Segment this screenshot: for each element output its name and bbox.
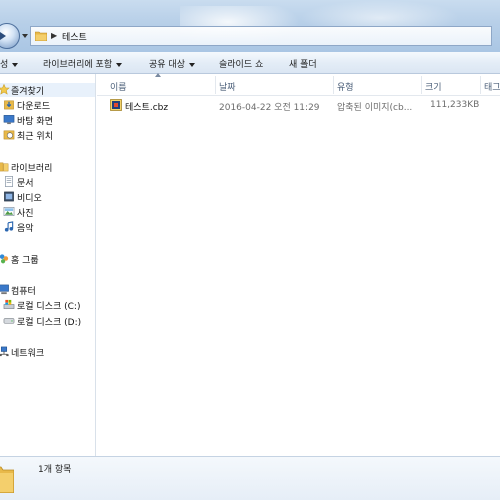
breadcrumb-chevron-icon[interactable]: ▶ [51,31,57,40]
file-type: 압축된 이미지(cb... [337,103,413,113]
file-name: 테스트.cbz [125,103,169,113]
recent-pages-chevron-icon[interactable] [22,34,28,38]
nav-homegroup-label: 홈 그룹 [11,256,39,266]
chevron-down-icon [188,62,195,67]
share-menu[interactable]: 공유 대상 [149,57,195,70]
nav-drive-c-label: 로컬 디스크 (C:) [17,302,81,312]
computer-icon [0,284,9,295]
address-bar[interactable]: ▶ 테스트 [30,26,492,46]
nav-computer-label: 컴퓨터 [11,287,36,297]
column-tags[interactable]: 태그 [484,80,500,93]
column-header: 이름 날짜 유형 크기 태그 [97,73,500,96]
file-size: 111,233KB [430,100,480,110]
nav-desktop[interactable]: 바탕 화면 [0,113,95,127]
chevron-down-icon [116,62,123,67]
sort-ascending-icon [155,73,161,77]
nav-favorites[interactable]: 즐겨찾기 [0,83,95,97]
downloads-icon [4,100,14,110]
column-divider[interactable] [421,76,422,94]
nav-pictures-label: 사진 [17,209,34,219]
nav-favorites-label: 즐겨찾기 [11,87,45,97]
nav-videos-label: 비디오 [17,194,42,204]
nav-computer[interactable]: 컴퓨터 [0,283,95,297]
nav-libraries-label: 라이브러리 [11,164,53,174]
folder-icon [0,466,14,493]
nav-drive-d[interactable]: 로컬 디스크 (D:) [0,314,95,328]
nav-music-label: 음악 [17,224,34,234]
column-divider[interactable] [333,76,334,94]
new-folder-button[interactable]: 새 폴더 [289,57,317,70]
chevron-down-icon [12,62,19,67]
videos-icon [4,191,14,202]
nav-videos[interactable]: 비디오 [0,190,95,204]
documents-icon [5,176,13,187]
include-library-label: 라이브러리에 포함 [43,60,113,70]
nav-homegroup[interactable]: 홈 그룹 [0,252,95,266]
back-button[interactable] [0,23,20,49]
include-library-menu[interactable]: 라이브러리에 포함 [43,57,123,70]
nav-drive-c[interactable]: 로컬 디스크 (C:) [0,298,95,312]
column-type[interactable]: 유형 [337,80,354,93]
column-divider[interactable] [480,76,481,94]
nav-downloads-label: 다운로드 [17,102,51,112]
command-toolbar: 성 라이브러리에 포함 공유 대상 슬라이드 쇼 새 폴더 [0,52,500,74]
music-note-icon [4,221,14,232]
star-icon [0,84,10,95]
organize-menu[interactable]: 성 [0,57,19,70]
organize-label: 성 [0,60,9,70]
breadcrumb-current[interactable]: 테스트 [62,30,87,43]
navigation-pane: 즐겨찾기 다운로드 바탕 화면 최근 위치 라이브러리 문서 비디오 사진 음악… [0,74,96,456]
network-icon [0,346,9,357]
slideshow-button[interactable]: 슬라이드 쇼 [219,57,263,70]
nav-network-label: 네트워크 [11,349,45,359]
nav-network[interactable]: 네트워크 [0,345,95,359]
window-title-bar: ▶ 테스트 [0,0,500,52]
item-count: 1개 항목 [38,465,72,475]
nav-recent[interactable]: 최근 위치 [0,128,95,142]
system-drive-icon [3,299,15,309]
desktop-icon [3,115,15,125]
nav-music[interactable]: 음악 [0,220,95,234]
file-row[interactable]: 테스트.cbz 2016-04-22 오전 11:29 압축된 이미지(cb..… [108,98,500,113]
pictures-icon [3,207,15,216]
nav-desktop-label: 바탕 화면 [17,117,53,127]
nav-documents[interactable]: 문서 [0,175,95,189]
library-icon [0,162,9,172]
column-name[interactable]: 이름 [110,80,127,93]
file-date: 2016-04-22 오전 11:29 [219,103,320,113]
nav-documents-label: 문서 [17,179,34,189]
column-size[interactable]: 크기 [425,80,442,93]
nav-libraries[interactable]: 라이브러리 [0,160,95,174]
details-pane: 1개 항목 [0,456,500,500]
share-label: 공유 대상 [149,60,185,70]
homegroup-icon [0,254,9,264]
nav-downloads[interactable]: 다운로드 [0,98,95,112]
folder-icon [35,31,47,41]
column-date[interactable]: 날짜 [219,80,236,93]
nav-recent-label: 최근 위치 [17,132,53,142]
nav-drive-d-label: 로컬 디스크 (D:) [17,318,82,328]
archive-file-icon [110,99,122,111]
column-divider[interactable] [215,76,216,94]
drive-icon [3,318,15,324]
recent-places-icon [3,130,15,140]
nav-pictures[interactable]: 사진 [0,205,95,219]
